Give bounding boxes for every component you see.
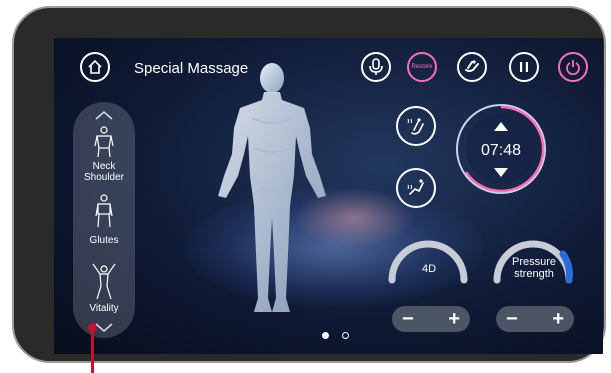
microphone-icon bbox=[369, 58, 383, 75]
power-button[interactable] bbox=[558, 52, 588, 82]
timer-value: 07:48 bbox=[480, 142, 522, 159]
legrest-adjust-button[interactable] bbox=[396, 168, 436, 208]
restore-button[interactable]: Restore bbox=[407, 52, 437, 82]
4d-minus-button[interactable]: − bbox=[402, 309, 414, 329]
timer-decrease-button[interactable] bbox=[494, 168, 508, 177]
restore-label: Restore bbox=[411, 64, 433, 70]
backrest-adjust-button[interactable] bbox=[396, 106, 436, 146]
chevron-down-icon[interactable] bbox=[94, 323, 114, 333]
page-dot-inactive[interactable] bbox=[342, 332, 349, 339]
device-frame: Special Massage Restore Neck Shoulder Gl… bbox=[12, 6, 606, 363]
callout-pointer-line bbox=[91, 326, 94, 373]
body-model-figure bbox=[218, 63, 326, 312]
pause-icon bbox=[520, 62, 528, 72]
home-button[interactable] bbox=[80, 52, 110, 82]
timer-dial: 07:48 bbox=[456, 104, 546, 194]
sidebar-item-vitality[interactable]: Vitality bbox=[73, 303, 135, 314]
timer-increase-button[interactable] bbox=[494, 122, 508, 131]
pressure-plus-button[interactable]: + bbox=[552, 309, 564, 329]
massage-chair-icon bbox=[465, 60, 479, 72]
pressure-label-line1: Pressure bbox=[511, 256, 557, 268]
sidebar-item-neck-shoulder[interactable]: Neck Shoulder bbox=[73, 161, 135, 183]
4d-intensity-arc bbox=[388, 240, 468, 284]
pressure-label-line2: strength bbox=[514, 268, 554, 280]
voice-button[interactable] bbox=[361, 52, 391, 82]
4d-stepper[interactable]: − + bbox=[392, 306, 470, 332]
heated-legrest-icon bbox=[407, 179, 424, 195]
touch-screen: Special Massage Restore Neck Shoulder Gl… bbox=[54, 38, 603, 354]
power-icon bbox=[566, 60, 580, 75]
chevron-up-icon[interactable] bbox=[94, 110, 114, 120]
sidebar-label-neck: Neck bbox=[92, 161, 116, 172]
pressure-stepper[interactable]: − + bbox=[496, 306, 574, 332]
pressure-minus-button[interactable]: − bbox=[506, 309, 518, 329]
program-sidebar[interactable]: Neck Shoulder Glutes Vitality bbox=[73, 102, 135, 338]
neck-shoulder-icon[interactable] bbox=[93, 126, 115, 158]
sidebar-item-glutes[interactable]: Glutes bbox=[73, 235, 135, 246]
vitality-icon[interactable] bbox=[91, 260, 117, 300]
glutes-icon[interactable] bbox=[93, 194, 115, 228]
heated-backrest-icon bbox=[407, 118, 424, 135]
sidebar-label-shoulder: Shoulder bbox=[83, 172, 125, 183]
home-icon bbox=[88, 59, 102, 74]
4d-label: 4D bbox=[421, 263, 437, 275]
4d-plus-button[interactable]: + bbox=[448, 309, 460, 329]
page-dot-active[interactable] bbox=[322, 332, 329, 339]
pause-button[interactable] bbox=[509, 52, 539, 82]
recline-button[interactable] bbox=[457, 52, 487, 82]
pressure-strength-label: Pressure strength bbox=[504, 256, 564, 280]
